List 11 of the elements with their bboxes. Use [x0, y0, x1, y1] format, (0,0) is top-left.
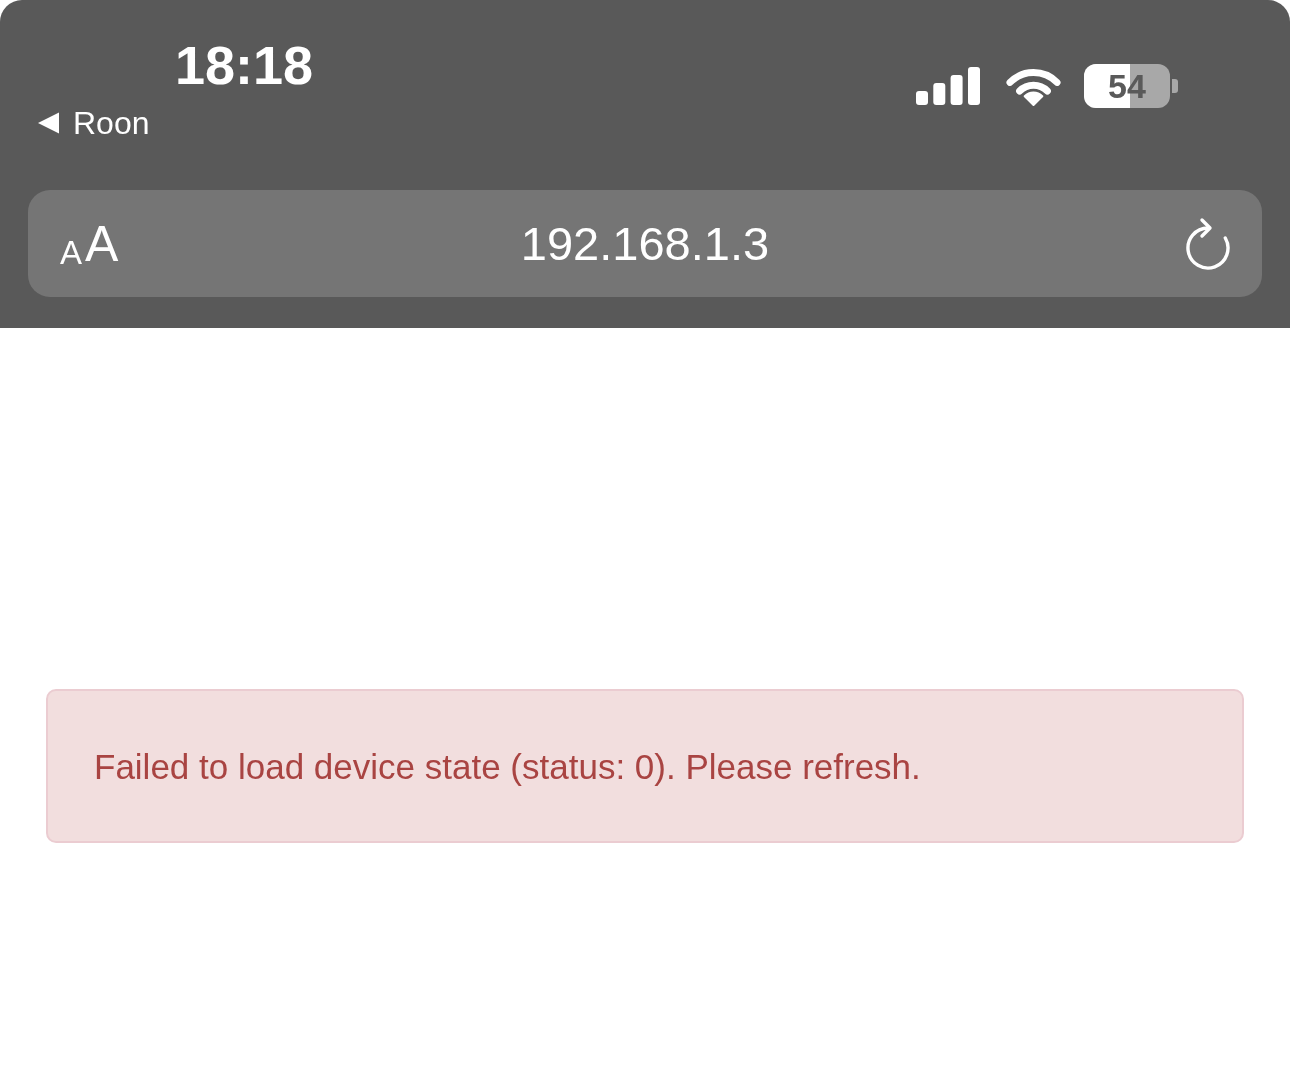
url-field[interactable]: 192.168.1.3 [520, 220, 770, 267]
battery-cap-icon [1172, 79, 1178, 93]
error-message: Failed to load device state (status: 0). Please refresh. [94, 748, 921, 784]
status-time: 18:18 [175, 38, 314, 92]
back-triangle-icon [38, 112, 60, 134]
wifi-icon [1005, 66, 1062, 106]
back-link[interactable]: Roon [38, 107, 150, 139]
text-size-button[interactable]: AA [60, 218, 119, 269]
reload-icon[interactable] [1184, 216, 1232, 271]
battery-percentage: 54 [1107, 66, 1147, 107]
cellular-signal-icon [916, 67, 980, 105]
